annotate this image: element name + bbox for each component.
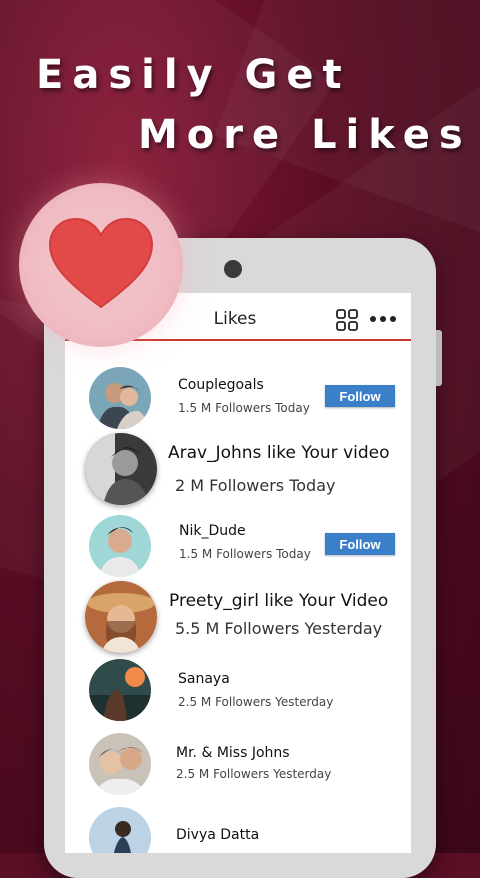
page-title: Likes <box>213 309 257 329</box>
list-item[interactable]: Nik_Dude 1.5 M Followers Today Follow <box>65 515 411 577</box>
list-item[interactable]: Arav_Johns like Your video 2 M Followers… <box>65 433 411 507</box>
phone-side-button <box>436 330 442 386</box>
list-item-subtitle: 5.5 M Followers Yesterday <box>175 619 383 638</box>
headline-line-2: More Likes <box>138 112 472 158</box>
heart-icon <box>48 217 154 309</box>
list-item-name: Arav_Johns like Your video <box>168 443 390 463</box>
avatar <box>89 733 151 795</box>
avatar <box>89 367 151 429</box>
avatar <box>85 581 157 653</box>
avatar <box>85 433 157 505</box>
follow-button[interactable]: Follow <box>325 385 395 407</box>
avatar <box>89 807 151 853</box>
follow-button[interactable]: Follow <box>325 533 395 555</box>
list-item-name: Divya Datta <box>176 827 260 843</box>
list-item[interactable]: Sanaya 2.5 M Followers Yesterday <box>65 659 411 721</box>
grid-icon[interactable] <box>336 309 358 331</box>
list-item-subtitle: 2 M Followers Today <box>175 476 336 495</box>
list-item-subtitle: 2.5 M Followers Yesterday <box>178 695 334 709</box>
list-item[interactable]: Divya Datta <box>65 807 411 853</box>
list-item-name: Sanaya <box>178 671 230 687</box>
list-item-name: Preety_girl like Your Video <box>169 591 389 611</box>
list-item[interactable]: Couplegoals 1.5 M Followers Today Follow <box>65 367 411 429</box>
list-item-subtitle: 1.5 M Followers Today <box>179 547 311 561</box>
avatar <box>89 659 151 721</box>
list-item-name: Nik_Dude <box>179 523 246 539</box>
list-item-name: Couplegoals <box>178 377 264 393</box>
list-item[interactable]: Preety_girl like Your Video 5.5 M Follow… <box>65 581 411 655</box>
list-item[interactable]: Mr. & Miss Johns 2.5 M Followers Yesterd… <box>65 733 411 795</box>
camera-icon <box>224 260 242 278</box>
heart-badge <box>19 183 183 347</box>
more-icon[interactable] <box>369 315 397 323</box>
list-item-name: Mr. & Miss Johns <box>176 745 290 761</box>
avatar <box>89 515 151 577</box>
phone-screen: Likes Couplegoals 1.5 M Followers Today … <box>65 293 411 853</box>
list-item-subtitle: 1.5 M Followers Today <box>178 401 310 415</box>
headline-line-1: Easily Get <box>36 52 351 98</box>
list-item-subtitle: 2.5 M Followers Yesterday <box>176 767 332 781</box>
